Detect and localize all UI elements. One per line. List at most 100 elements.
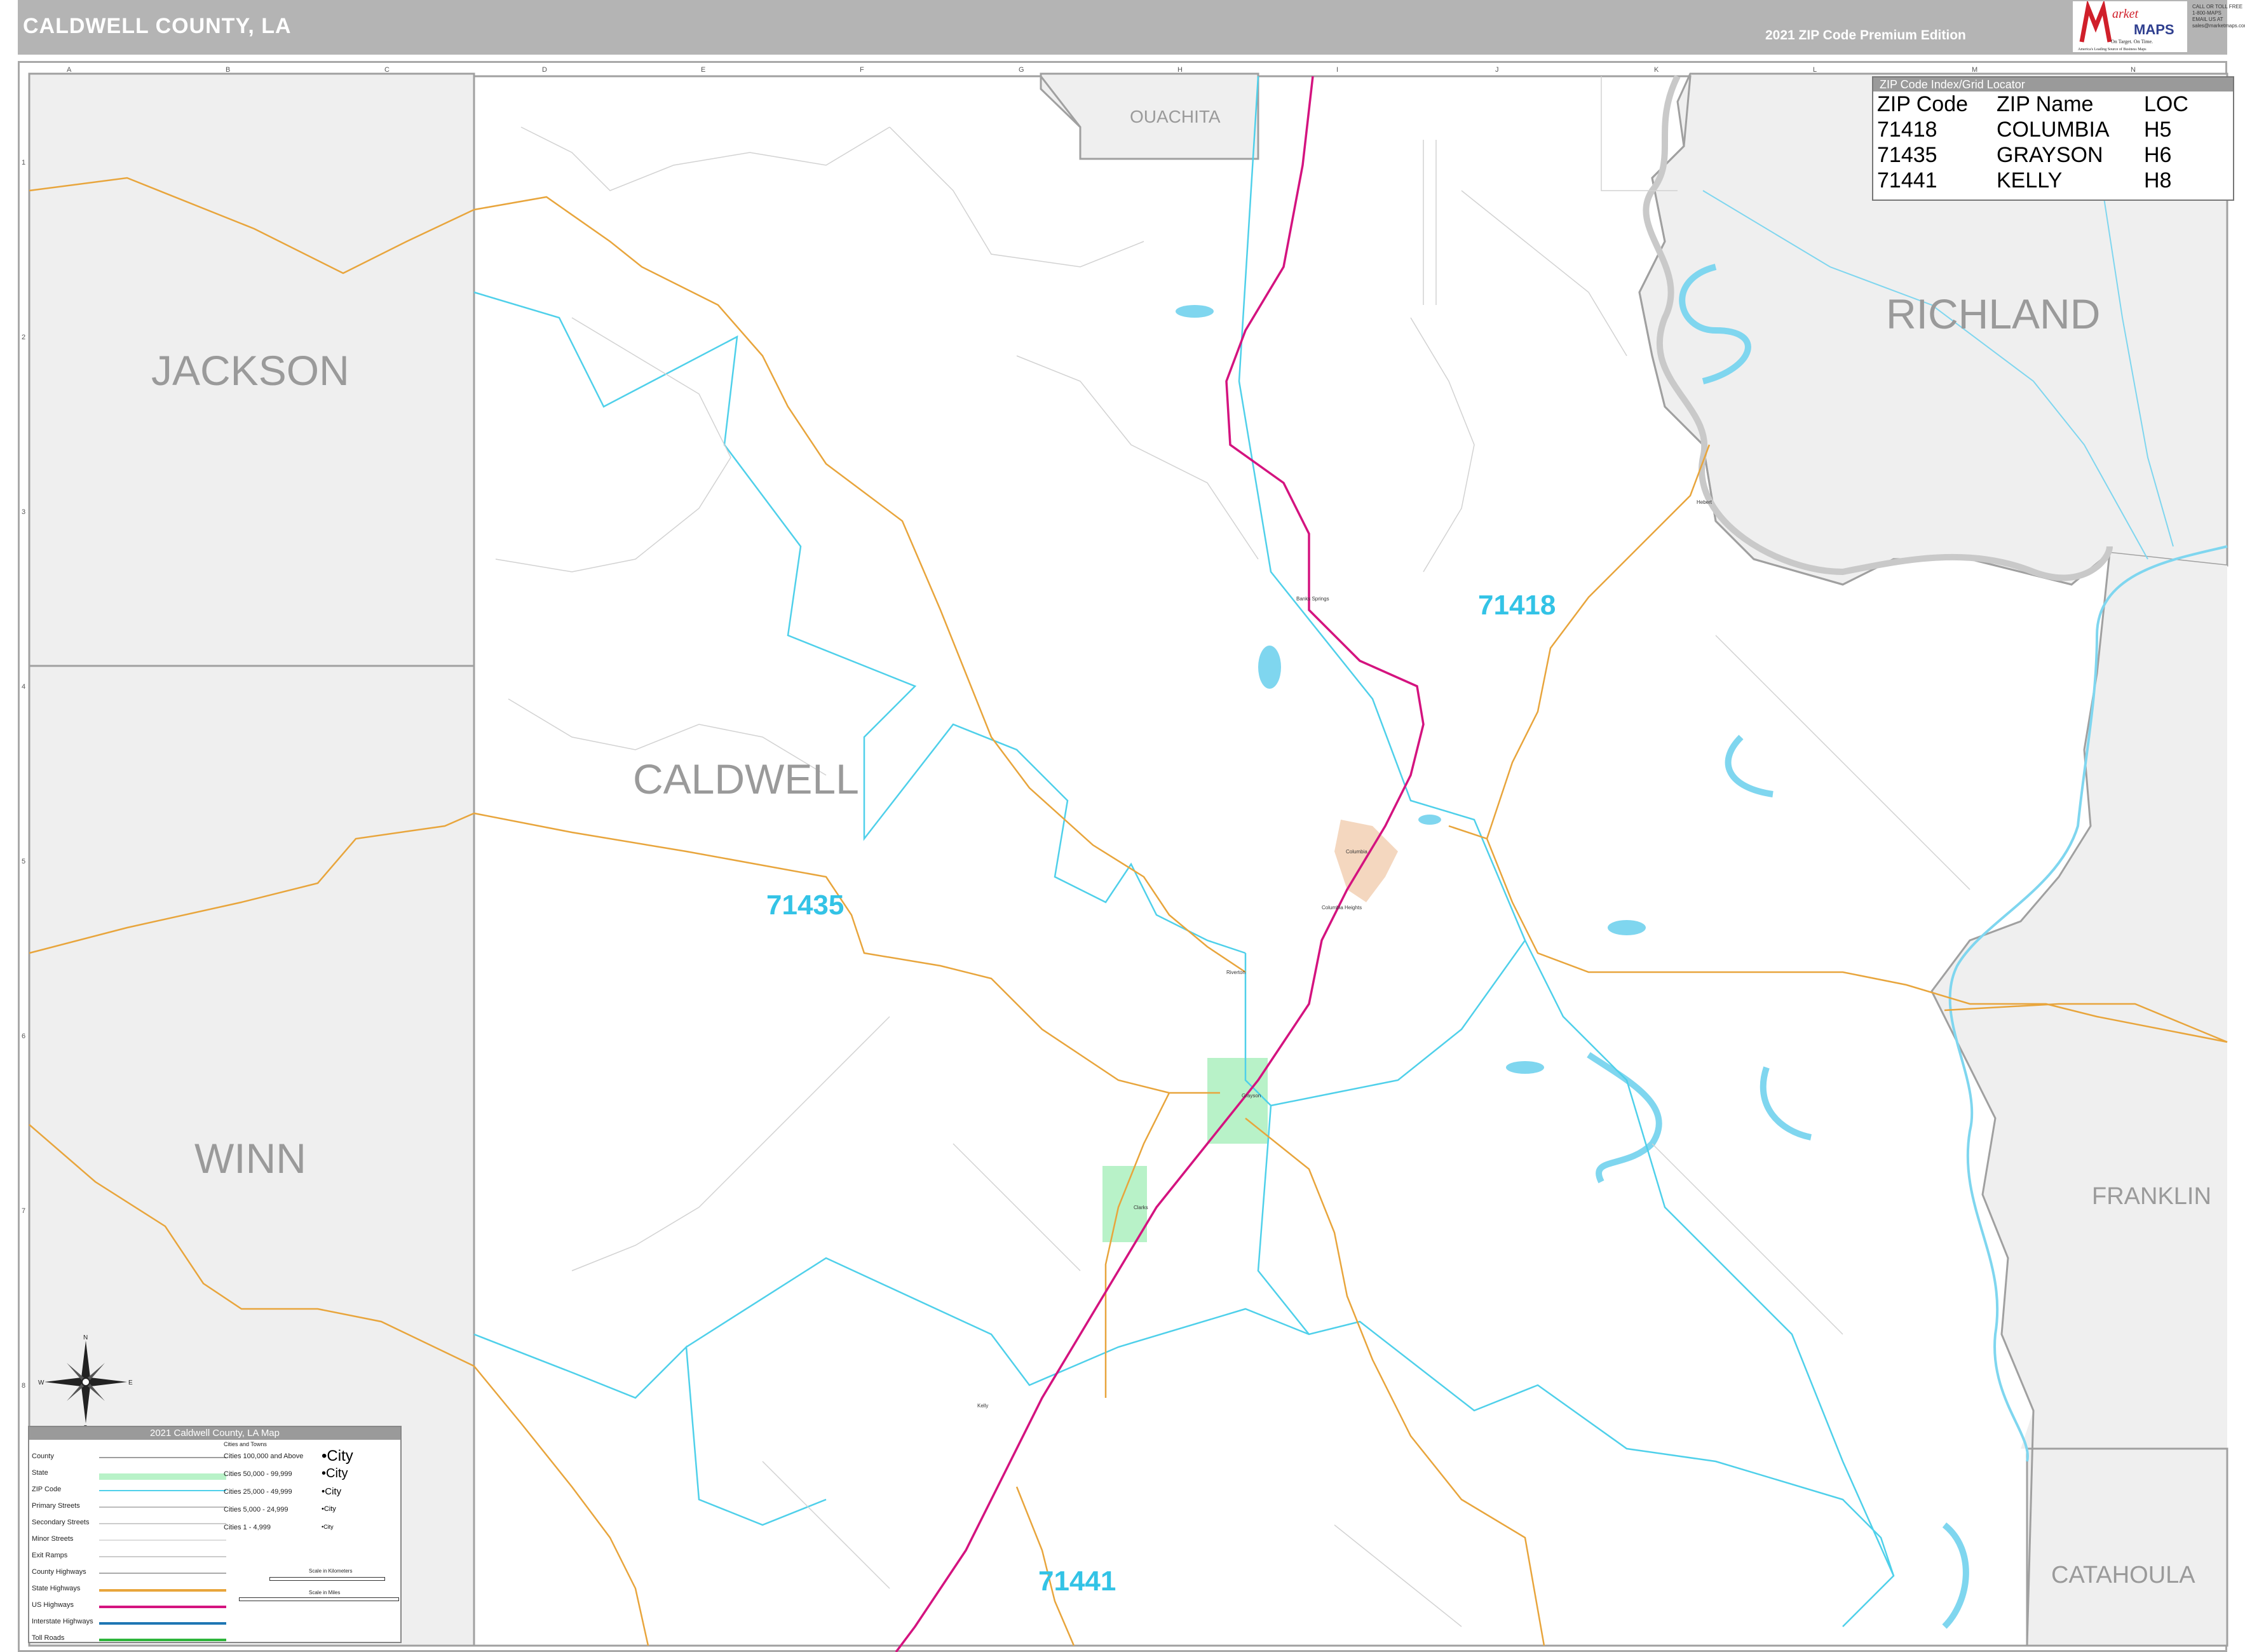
lake-oxbow-3	[1725, 735, 1774, 797]
county-map	[28, 72, 2228, 1652]
compass-e: E	[128, 1379, 133, 1386]
zip-label-71418: 71418	[1478, 590, 1556, 621]
place-banks-springs: Banks Springs	[1296, 596, 1329, 602]
grid-col-e: E	[701, 66, 706, 74]
zip-label-71435: 71435	[766, 890, 844, 921]
lake	[1608, 920, 1646, 935]
grid-col-g: G	[1019, 66, 1024, 74]
legend-item-label: Primary Streets	[32, 1502, 80, 1510]
place-kelly: Kelly	[977, 1403, 989, 1409]
legend-item-label: County	[32, 1452, 54, 1460]
state-highway-north	[473, 196, 1246, 973]
place-grayson: Grayson	[1242, 1093, 1261, 1099]
ouachita-parish-label: OUACHITA	[1130, 107, 1221, 126]
legend-caption: 2021 Caldwell County, LA Map	[29, 1427, 400, 1440]
legend-item-label: State	[32, 1469, 48, 1477]
winn-parish-label: WINN	[194, 1135, 306, 1182]
legend-scale-mi: Scale in Miles	[309, 1590, 341, 1595]
catahoula-parish-area	[2026, 1447, 2228, 1647]
table-row: 71418 COLUMBIA H5	[1877, 117, 2194, 142]
lake-oxbow-4	[1760, 1066, 1812, 1141]
zip-index-caption: ZIP Code Index/Grid Locator	[1873, 78, 2233, 91]
legend-city-class-label: Cities 50,000 - 99,999	[224, 1470, 292, 1478]
place-columbia: Columbia	[1346, 849, 1367, 855]
grid-col-a: A	[67, 66, 72, 74]
legend-city-demo: •City	[322, 1523, 334, 1530]
legend-item-swatch	[99, 1622, 226, 1625]
place-riverton: Riverton	[1226, 970, 1245, 975]
legend-item-swatch	[99, 1573, 226, 1574]
place-hebert: Hebert	[1697, 499, 1713, 505]
grid-col-h: H	[1177, 66, 1183, 74]
grid-col-b: B	[226, 66, 231, 74]
caldwell-parish-label: CALDWELL	[633, 755, 859, 802]
grid-row-8: 8	[22, 1382, 26, 1390]
legend-item-swatch	[99, 1540, 226, 1541]
grid-col-f: F	[860, 66, 864, 74]
grid-row-2: 2	[22, 334, 26, 341]
legend-item-swatch	[99, 1556, 226, 1557]
lake	[1506, 1061, 1544, 1074]
zip-name-cell: KELLY	[1997, 168, 2063, 193]
grid-row-1: 1	[22, 159, 26, 166]
zip-loc-cell: H6	[2144, 143, 2172, 167]
table-row: 71441 KELLY H8	[1877, 168, 2194, 193]
scale-bar-mi	[239, 1597, 399, 1601]
lake-oxbow-5	[1942, 1522, 1969, 1629]
columbia-town-area	[1334, 820, 1398, 902]
state-highway-central-south	[1245, 1118, 1545, 1646]
state-highway-northeast	[1486, 444, 1711, 839]
zip-cell: 71441	[1877, 168, 1937, 193]
legend-item-label: Exit Ramps	[32, 1552, 68, 1559]
place-clarks: Clarks	[1134, 1205, 1148, 1210]
legend-city-class-label: Cities 1 - 4,999	[224, 1524, 271, 1531]
grid-col-l: L	[1813, 66, 1817, 74]
franklin-parish-label: FRANKLIN	[2092, 1183, 2211, 1210]
legend-item-swatch	[99, 1506, 226, 1508]
zip-cell: 71435	[1877, 143, 1937, 167]
state-highway-grayson	[1104, 1092, 1170, 1398]
zip-boundary-71441	[686, 1257, 1895, 1627]
legend-city-demo: •City	[322, 1447, 353, 1465]
zip-name-cell: COLUMBIA	[1997, 118, 2110, 142]
zip-boundary-71435-north	[473, 291, 1246, 954]
legend-item-label: Minor Streets	[32, 1535, 74, 1543]
legend-item-label: ZIP Code	[32, 1486, 62, 1493]
zip-loc-cell: H5	[2144, 118, 2172, 142]
clarks-town-area	[1102, 1166, 1147, 1242]
grid-col-d: D	[542, 66, 547, 74]
grid-col-k: K	[1654, 66, 1659, 74]
legend-item-label: Interstate Highways	[32, 1618, 93, 1625]
legend-item-swatch	[99, 1490, 226, 1491]
grid-col-m: M	[1972, 66, 1978, 74]
grid-col-n: N	[2131, 66, 2136, 74]
zip-label-71441: 71441	[1038, 1566, 1116, 1597]
zip-boundary-71418-east	[1524, 940, 1895, 1576]
zip-code-index: ZIP Code Index/Grid Locator ZIP Code ZIP…	[1872, 76, 2234, 201]
legend-city-demo: •City	[322, 1486, 342, 1497]
lake-oxbow-2	[1587, 1052, 1662, 1184]
scale-bar-km	[269, 1577, 385, 1581]
legend-item-swatch	[99, 1473, 226, 1480]
zip-cell: 71418	[1877, 118, 1937, 142]
legend-city-demo: •City	[322, 1466, 348, 1480]
legend-item-label: Toll Roads	[32, 1634, 65, 1642]
grid-col-j: J	[1495, 66, 1499, 74]
lake	[1258, 646, 1281, 689]
zip-index-header: ZIP Name	[1997, 92, 2094, 116]
legend-item-swatch	[99, 1523, 226, 1524]
map-legend: 2021 Caldwell County, LA Map County State…	[28, 1426, 402, 1643]
legend-item-swatch	[99, 1639, 226, 1641]
lake	[1176, 305, 1214, 318]
legend-city-class-label: Cities 100,000 and Above	[224, 1452, 304, 1460]
table-row: 71435 GRAYSON H6	[1877, 142, 2194, 168]
grid-row-5: 5	[22, 858, 26, 865]
legend-item-label: Secondary Streets	[32, 1519, 90, 1526]
legend-city-demo: •City	[322, 1505, 336, 1513]
compass-n: N	[83, 1334, 88, 1341]
legend-city-class-label: Cities 25,000 - 49,999	[224, 1488, 292, 1496]
lake	[1418, 815, 1441, 825]
grid-col-i: I	[1336, 66, 1339, 74]
legend-item-label: State Highways	[32, 1585, 81, 1592]
legend-item-label: County Highways	[32, 1568, 86, 1576]
